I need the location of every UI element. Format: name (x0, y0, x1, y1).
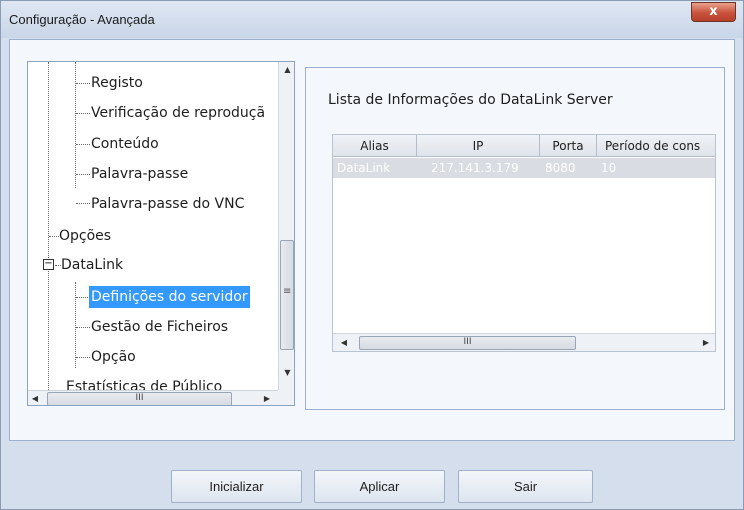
tree-item-estatisticas[interactable]: Estatísticas de Público (66, 376, 222, 390)
tree-vertical-scrollbar[interactable]: ▲ ≡ ▼ (278, 62, 294, 390)
tree-line (49, 236, 59, 237)
grid-header: Alias IP Porta Período de cons (333, 135, 715, 157)
tree-line (76, 327, 90, 328)
server-list-grid[interactable]: Alias IP Porta Período de cons DataLink … (332, 134, 716, 352)
tree-line (48, 62, 49, 390)
tree-hscroll-thumb[interactable]: III (47, 392, 232, 405)
apply-button[interactable]: Aplicar (314, 470, 445, 503)
scroll-left-icon[interactable]: ◀ (337, 338, 351, 347)
scroll-right-icon[interactable]: ▶ (699, 338, 713, 347)
cell-periodo: 10 (601, 161, 617, 175)
title-bar: Configuração - Avançada x (1, 1, 743, 38)
close-button[interactable]: x (691, 2, 736, 22)
tree-line (75, 62, 76, 188)
tree-vscroll-thumb[interactable]: ≡ (280, 240, 294, 350)
tree-item-datalink[interactable]: DataLink (61, 254, 123, 276)
scroll-left-icon[interactable]: ◀ (28, 394, 42, 403)
tree-item-opcoes[interactable]: Opções (59, 225, 111, 247)
tree-line (75, 282, 76, 368)
scroll-corner (278, 390, 294, 405)
settings-tree[interactable]: Registo Verificação de reproduçã Conteúd… (27, 61, 295, 406)
tree-horizontal-scrollbar[interactable]: ◀ III ▶ (28, 390, 278, 405)
grip-icon: III (135, 393, 144, 403)
scroll-up-icon[interactable]: ▲ (279, 65, 294, 74)
scroll-down-icon[interactable]: ▼ (279, 368, 294, 377)
cell-porta: 8080 (545, 161, 576, 175)
grid-hscroll-thumb[interactable]: III (359, 336, 576, 350)
tree-line (76, 113, 90, 114)
grip-icon: ≡ (283, 286, 292, 297)
tree-line (76, 83, 90, 84)
scroll-right-icon[interactable]: ▶ (260, 394, 274, 403)
tree-item-palavra-passe-vnc[interactable]: Palavra-passe do VNC (91, 193, 244, 215)
tree-item-registo[interactable]: Registo (91, 72, 143, 94)
column-header-alias[interactable]: Alias (333, 135, 417, 157)
grid-horizontal-scrollbar[interactable]: ◀ III ▶ (333, 333, 715, 351)
cell-ip: 217.141.3.179 (431, 161, 519, 175)
tree-line (76, 297, 90, 298)
window-title: Configuração - Avançada (9, 12, 155, 27)
tree-line (76, 144, 90, 145)
column-header-ip[interactable]: IP (417, 135, 540, 157)
collapse-icon[interactable]: − (43, 259, 54, 270)
tree-item-verificacao[interactable]: Verificação de reproduçã (91, 102, 265, 124)
column-header-periodo[interactable]: Período de cons (597, 135, 715, 157)
initialize-button[interactable]: Inicializar (171, 470, 302, 503)
close-icon: x (709, 4, 718, 19)
tree-item-palavra-passe[interactable]: Palavra-passe (91, 163, 188, 185)
tree-line (76, 357, 90, 358)
tree-item-conteudo[interactable]: Conteúdo (91, 133, 159, 155)
server-list-title: Lista de Informações do DataLink Server (328, 92, 613, 108)
exit-button[interactable]: Sair (458, 470, 593, 503)
tree-line (76, 203, 90, 204)
tree-line (76, 174, 90, 175)
tree-content: Registo Verificação de reproduçã Conteúd… (28, 62, 278, 390)
tree-item-opcao[interactable]: Opção (91, 346, 136, 368)
column-header-porta[interactable]: Porta (540, 135, 597, 157)
table-row[interactable]: DataLink 217.141.3.179 8080 10 (333, 158, 715, 178)
tree-item-definicoes-servidor[interactable]: Definições do servidor (89, 286, 250, 308)
tree-item-gestao-ficheiros[interactable]: Gestão de Ficheiros (91, 316, 228, 338)
cell-alias: DataLink (337, 161, 391, 175)
grip-icon: III (463, 337, 472, 347)
